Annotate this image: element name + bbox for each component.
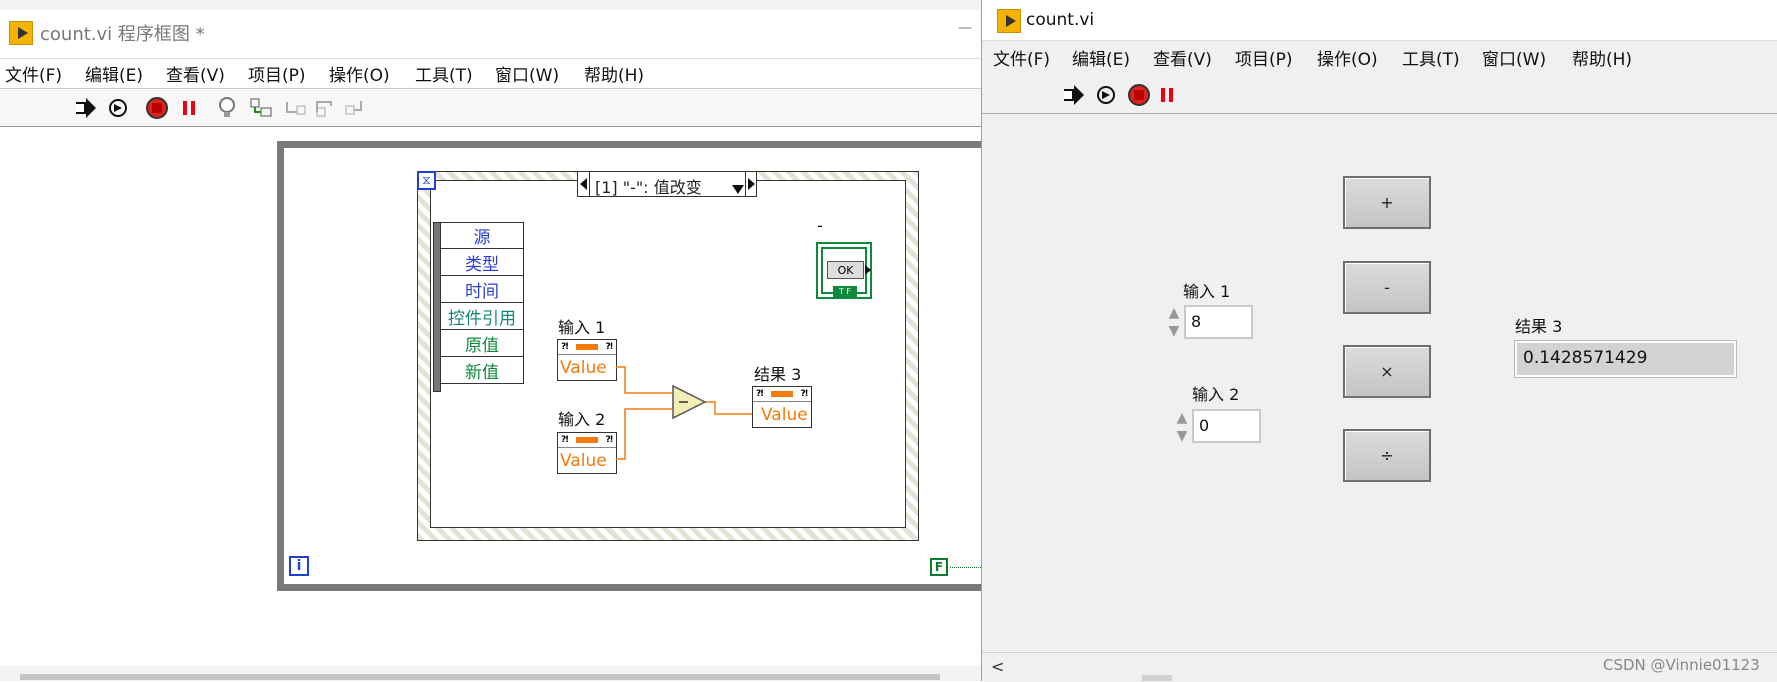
- input2-field[interactable]: 0: [1192, 409, 1261, 443]
- input2-label: 输入 2: [1192, 385, 1240, 404]
- abort-icon[interactable]: [1127, 83, 1151, 107]
- fp-window-title: count.vi: [1026, 10, 1095, 30]
- subtract-node[interactable]: [672, 384, 707, 420]
- input1-increment-decrement[interactable]: ▲ ▼: [1165, 302, 1183, 342]
- menu-operate[interactable]: 操作(O): [1317, 45, 1378, 70]
- tf-glyph: T F: [833, 286, 857, 297]
- menu-project[interactable]: 项目(P): [1235, 45, 1293, 70]
- button-terminal-label: -: [817, 216, 823, 235]
- ok-button-terminal[interactable]: OK T F: [816, 242, 872, 299]
- subtract-button[interactable]: -: [1343, 261, 1431, 314]
- labview-logo-icon: [997, 9, 1021, 33]
- ok-glyph: OK: [827, 261, 864, 279]
- down-arrow-icon[interactable]: ▼: [1169, 322, 1180, 340]
- wire-input1[interactable]: [616, 366, 672, 394]
- multiply-button[interactable]: ×: [1343, 345, 1431, 398]
- menu-help[interactable]: 帮助(H): [1572, 45, 1632, 70]
- front-panel-window: count.vi 文件(F) 编辑(E) 查看(V) 项目(P) 操作(O) 工…: [981, 0, 1777, 682]
- add-button[interactable]: +: [1343, 176, 1431, 229]
- divide-button[interactable]: ÷: [1343, 429, 1431, 482]
- menu-edit[interactable]: 编辑(E): [1072, 45, 1130, 70]
- fp-menubar: 文件(F) 编辑(E) 查看(V) 项目(P) 操作(O) 工具(T) 窗口(W…: [982, 40, 1777, 71]
- run-continuously-icon[interactable]: [1094, 83, 1118, 107]
- fp-toolbar: [982, 77, 1777, 113]
- block-diagram-window: count.vi 程序框图 * — 文件(F) 编辑(E) 查看(V) 项目(P…: [0, 0, 997, 681]
- input1-field[interactable]: 8: [1184, 305, 1253, 339]
- menu-view[interactable]: 查看(V): [1153, 45, 1212, 70]
- menu-tools[interactable]: 工具(T): [1402, 45, 1460, 70]
- wire-result[interactable]: [704, 401, 752, 415]
- wires-layer: [616, 366, 752, 460]
- scroll-left-icon[interactable]: <: [991, 657, 1004, 676]
- watermark: CSDN @Vinnie01123: [1603, 656, 1760, 674]
- up-arrow-icon[interactable]: ▲: [1177, 409, 1188, 427]
- input2-increment-decrement[interactable]: ▲ ▼: [1173, 407, 1191, 447]
- fp-scroll-thumb[interactable]: [1142, 675, 1172, 681]
- run-arrow-icon[interactable]: [1062, 83, 1086, 107]
- result-indicator: 0.1428571429: [1514, 340, 1737, 378]
- menu-window[interactable]: 窗口(W): [1482, 45, 1546, 70]
- menu-file[interactable]: 文件(F): [993, 45, 1050, 70]
- wire-input2[interactable]: [616, 408, 672, 460]
- result-label: 结果 3: [1515, 317, 1563, 336]
- bd-horizontal-scrollbar[interactable]: [0, 666, 985, 681]
- fp-toolbar-divider: [982, 113, 1777, 114]
- pause-icon[interactable]: [1155, 83, 1179, 107]
- input1-label: 输入 1: [1183, 282, 1231, 301]
- fp-titlebar[interactable]: [982, 0, 1777, 40]
- down-arrow-icon[interactable]: ▼: [1177, 427, 1188, 445]
- up-arrow-icon[interactable]: ▲: [1169, 304, 1180, 322]
- bd-scroll-thumb[interactable]: [20, 674, 940, 680]
